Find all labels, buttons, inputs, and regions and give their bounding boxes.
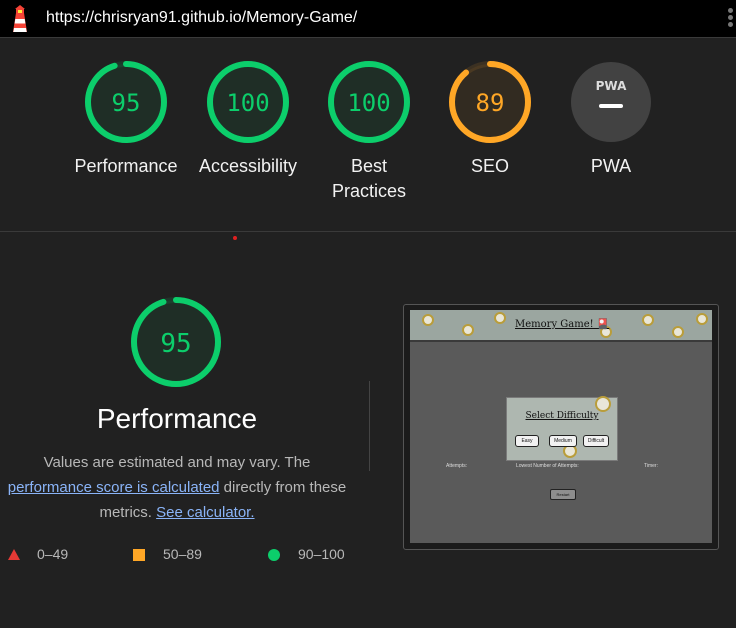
pwa-badge-icon: PWA: [571, 62, 651, 142]
restart-button: Restart: [550, 489, 576, 500]
gauge-best-practices[interactable]: 100 Best Practices: [309, 60, 429, 204]
gauge-label: Performance: [74, 156, 178, 176]
gauge-label: SEO: [470, 156, 509, 176]
vertical-divider: [369, 381, 370, 471]
difficulty-modal: Select Difficulty Easy Medium Difficult: [506, 396, 618, 461]
gauge-label: Accessibility: [198, 156, 298, 176]
gauge-score: 95: [112, 89, 141, 117]
gauge-performance[interactable]: 95 Performance: [66, 60, 186, 179]
performance-gauge[interactable]: 95: [130, 296, 222, 388]
performance-title: Performance: [96, 403, 258, 434]
see-calculator-link[interactable]: See calculator.: [156, 504, 254, 521]
gauge-accessibility[interactable]: 100 Accessibility: [188, 60, 308, 179]
category-gauges: 95 Performance 100 Accessibility 100 Bes…: [0, 60, 736, 210]
gauge-seo[interactable]: 89 SEO: [430, 60, 550, 179]
score-gauge: 89: [449, 61, 531, 143]
desc-text: Values are estimated and may vary. The: [43, 454, 311, 471]
section-divider: [0, 231, 736, 232]
gauge-score: 100: [226, 89, 269, 117]
triangle-icon: [8, 549, 20, 560]
lighthouse-icon: [13, 5, 27, 32]
top-bar: https://chrisryan91.github.io/Memory-Gam…: [0, 0, 736, 38]
gauge-label: PWA: [590, 156, 632, 176]
easy-button: Easy: [515, 435, 539, 447]
url-text[interactable]: https://chrisryan91.github.io/Memory-Gam…: [46, 9, 357, 27]
gauge-label: Best Practices: [331, 156, 407, 201]
screenshot-title: Memory Game! 🎴: [515, 319, 610, 330]
circle-icon: [268, 549, 280, 561]
performance-score: 95: [160, 329, 191, 359]
score-calculated-link[interactable]: performance score is calculated: [8, 479, 220, 496]
modal-title: Select Difficulty: [525, 411, 599, 421]
gauge-pwa[interactable]: PWA PWA: [551, 60, 671, 179]
gauge-score: 89: [476, 89, 505, 117]
score-gauge: 100: [328, 61, 410, 143]
screenshot-header: Memory Game! 🎴: [410, 310, 712, 342]
score-legend: 0–49 50–89 90–100: [0, 545, 400, 565]
gauge-score: 100: [347, 89, 390, 117]
attempts-text: Attempts:: [446, 463, 468, 469]
legend-label: 90–100: [298, 546, 345, 562]
square-icon: [133, 549, 145, 561]
pwa-badge-text: PWA: [596, 79, 627, 93]
legend-label: 0–49: [37, 546, 69, 562]
legend-label: 50–89: [163, 546, 202, 562]
difficult-button: Difficult: [583, 435, 609, 447]
lowest-attempts-text: Lowest Number of Attempts:: [516, 463, 579, 469]
kebab-menu-icon[interactable]: [728, 8, 734, 30]
score-gauge: 100: [207, 61, 289, 143]
screenshot-image: Memory Game! 🎴 Select Difficulty Easy Me…: [410, 310, 712, 543]
red-marker-dot: [233, 236, 237, 240]
performance-description: Values are estimated and may vary. The p…: [0, 450, 354, 525]
final-screenshot[interactable]: Memory Game! 🎴 Select Difficulty Easy Me…: [403, 304, 719, 550]
medium-button: Medium: [549, 435, 577, 447]
score-gauge: 95: [85, 61, 167, 143]
timer-text: Timer:: [644, 463, 658, 469]
